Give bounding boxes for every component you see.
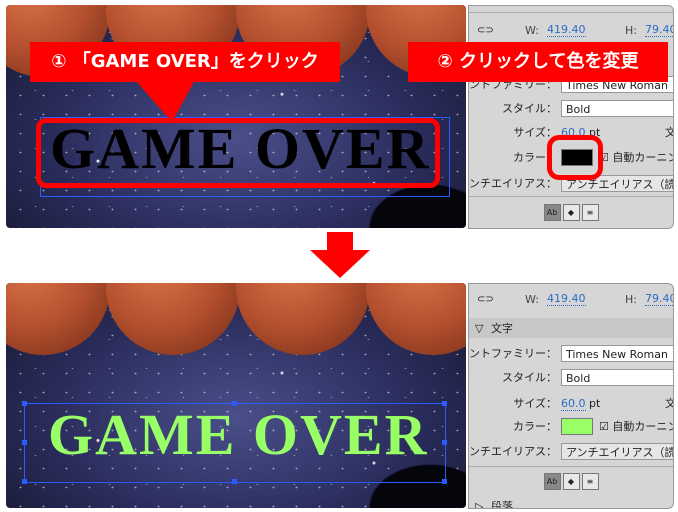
- style-select[interactable]: Bold: [561, 368, 673, 386]
- auto-kerning-checkbox[interactable]: ☑ 自動カーニング: [599, 418, 673, 434]
- code-icon[interactable]: ◆: [562, 203, 580, 221]
- section-paragraph-header[interactable]: ▷ 段落: [469, 496, 673, 509]
- section-text-header[interactable]: ▽ 文字: [469, 318, 673, 338]
- link-icon[interactable]: ⊂⊃: [477, 25, 494, 36]
- collapse-triangle-icon: ▽: [475, 321, 484, 335]
- size-value[interactable]: 60.0: [561, 396, 586, 411]
- height-value[interactable]: 79.40: [645, 23, 673, 37]
- auto-kerning-checkbox[interactable]: ☑ 自動カーニング: [599, 149, 673, 165]
- list-icon[interactable]: ≡: [581, 203, 599, 221]
- link-icon[interactable]: ⊂⊃: [477, 294, 494, 305]
- stage-after: GAME OVER: [6, 283, 466, 508]
- highlight-color: [547, 135, 603, 180]
- width-value[interactable]: 419.40: [547, 23, 586, 37]
- color-swatch[interactable]: [561, 417, 593, 435]
- highlight-text: [36, 118, 440, 188]
- properties-panel-after: ⊂⊃ W: 419.40 H: 79.40 ▽文字 フォントファミリー：Time…: [468, 283, 674, 509]
- code-icon[interactable]: ◆: [562, 472, 580, 490]
- text-icon[interactable]: Ab: [543, 472, 561, 490]
- width-value[interactable]: 419.40: [547, 292, 586, 306]
- callout-step2: ② クリックして色を変更: [408, 42, 668, 82]
- list-icon[interactable]: ≡: [581, 472, 599, 490]
- height-value[interactable]: 79.40: [645, 292, 673, 306]
- down-arrow-icon: [310, 232, 370, 278]
- properties-panel-before: ⊂⊃ W: 419.40 H: 79.40 フォントファミリー：Times Ne…: [468, 5, 674, 229]
- game-over-text[interactable]: GAME OVER: [48, 401, 429, 468]
- style-select[interactable]: Bold: [561, 99, 673, 117]
- font-family-field[interactable]: Times New Roman: [561, 344, 673, 362]
- antialias-select[interactable]: アンチエイリアス（読みやすさ）: [561, 442, 673, 460]
- text-icon[interactable]: Ab: [543, 203, 561, 221]
